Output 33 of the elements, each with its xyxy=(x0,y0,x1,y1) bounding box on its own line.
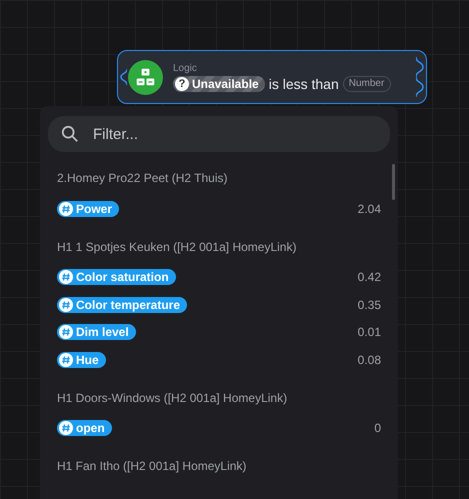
unavailable-token[interactable]: ? Unavailable xyxy=(173,76,265,92)
blocks-icon xyxy=(128,60,163,94)
token-pill[interactable]: Hue xyxy=(57,352,106,368)
filter-field[interactable]: Filter... xyxy=(48,116,390,152)
device-heading: 2.Homey Pro22 Peet (H2 Thuis) xyxy=(57,170,229,187)
token-pill[interactable]: Power xyxy=(57,200,120,217)
device-heading: H1 Doors-Windows ([H2 001a] HomeyLink) xyxy=(57,390,288,406)
token-value: 0 xyxy=(374,421,381,436)
token-value: 0.42 xyxy=(358,270,381,284)
token-pill[interactable]: Dim level xyxy=(57,324,136,340)
token-value: 2.04 xyxy=(358,202,381,216)
input-port-icon[interactable] xyxy=(119,69,127,85)
condition-text: is less than xyxy=(268,76,339,92)
hash-icon xyxy=(59,352,73,367)
number-field[interactable]: Number xyxy=(342,76,391,92)
search-icon xyxy=(61,125,79,143)
device-heading: H1 Fan Itho ([H2 001a] HomeyLink) xyxy=(57,458,248,475)
scrollbar[interactable] xyxy=(392,164,395,200)
hash-icon xyxy=(59,298,73,312)
token-pill[interactable]: Color temperature xyxy=(57,296,188,313)
logic-card[interactable]: Logic ? Unavailable is less than Number xyxy=(117,50,427,104)
output-ports-icon[interactable] xyxy=(416,57,426,97)
token-pill[interactable]: Color saturation xyxy=(57,269,176,286)
card-category: Logic xyxy=(173,62,198,74)
device-heading: H1 1 Spotjes Keuken ([H2 001a] HomeyLink) xyxy=(57,238,298,256)
token-value: 0.35 xyxy=(358,298,381,312)
hash-icon xyxy=(59,325,73,340)
token-value: 0.01 xyxy=(358,325,381,340)
hash-icon xyxy=(59,270,73,284)
hash-icon xyxy=(59,421,73,436)
hash-icon xyxy=(59,202,73,216)
token-pill[interactable]: open xyxy=(57,420,112,436)
token-value: 0.08 xyxy=(358,352,381,367)
